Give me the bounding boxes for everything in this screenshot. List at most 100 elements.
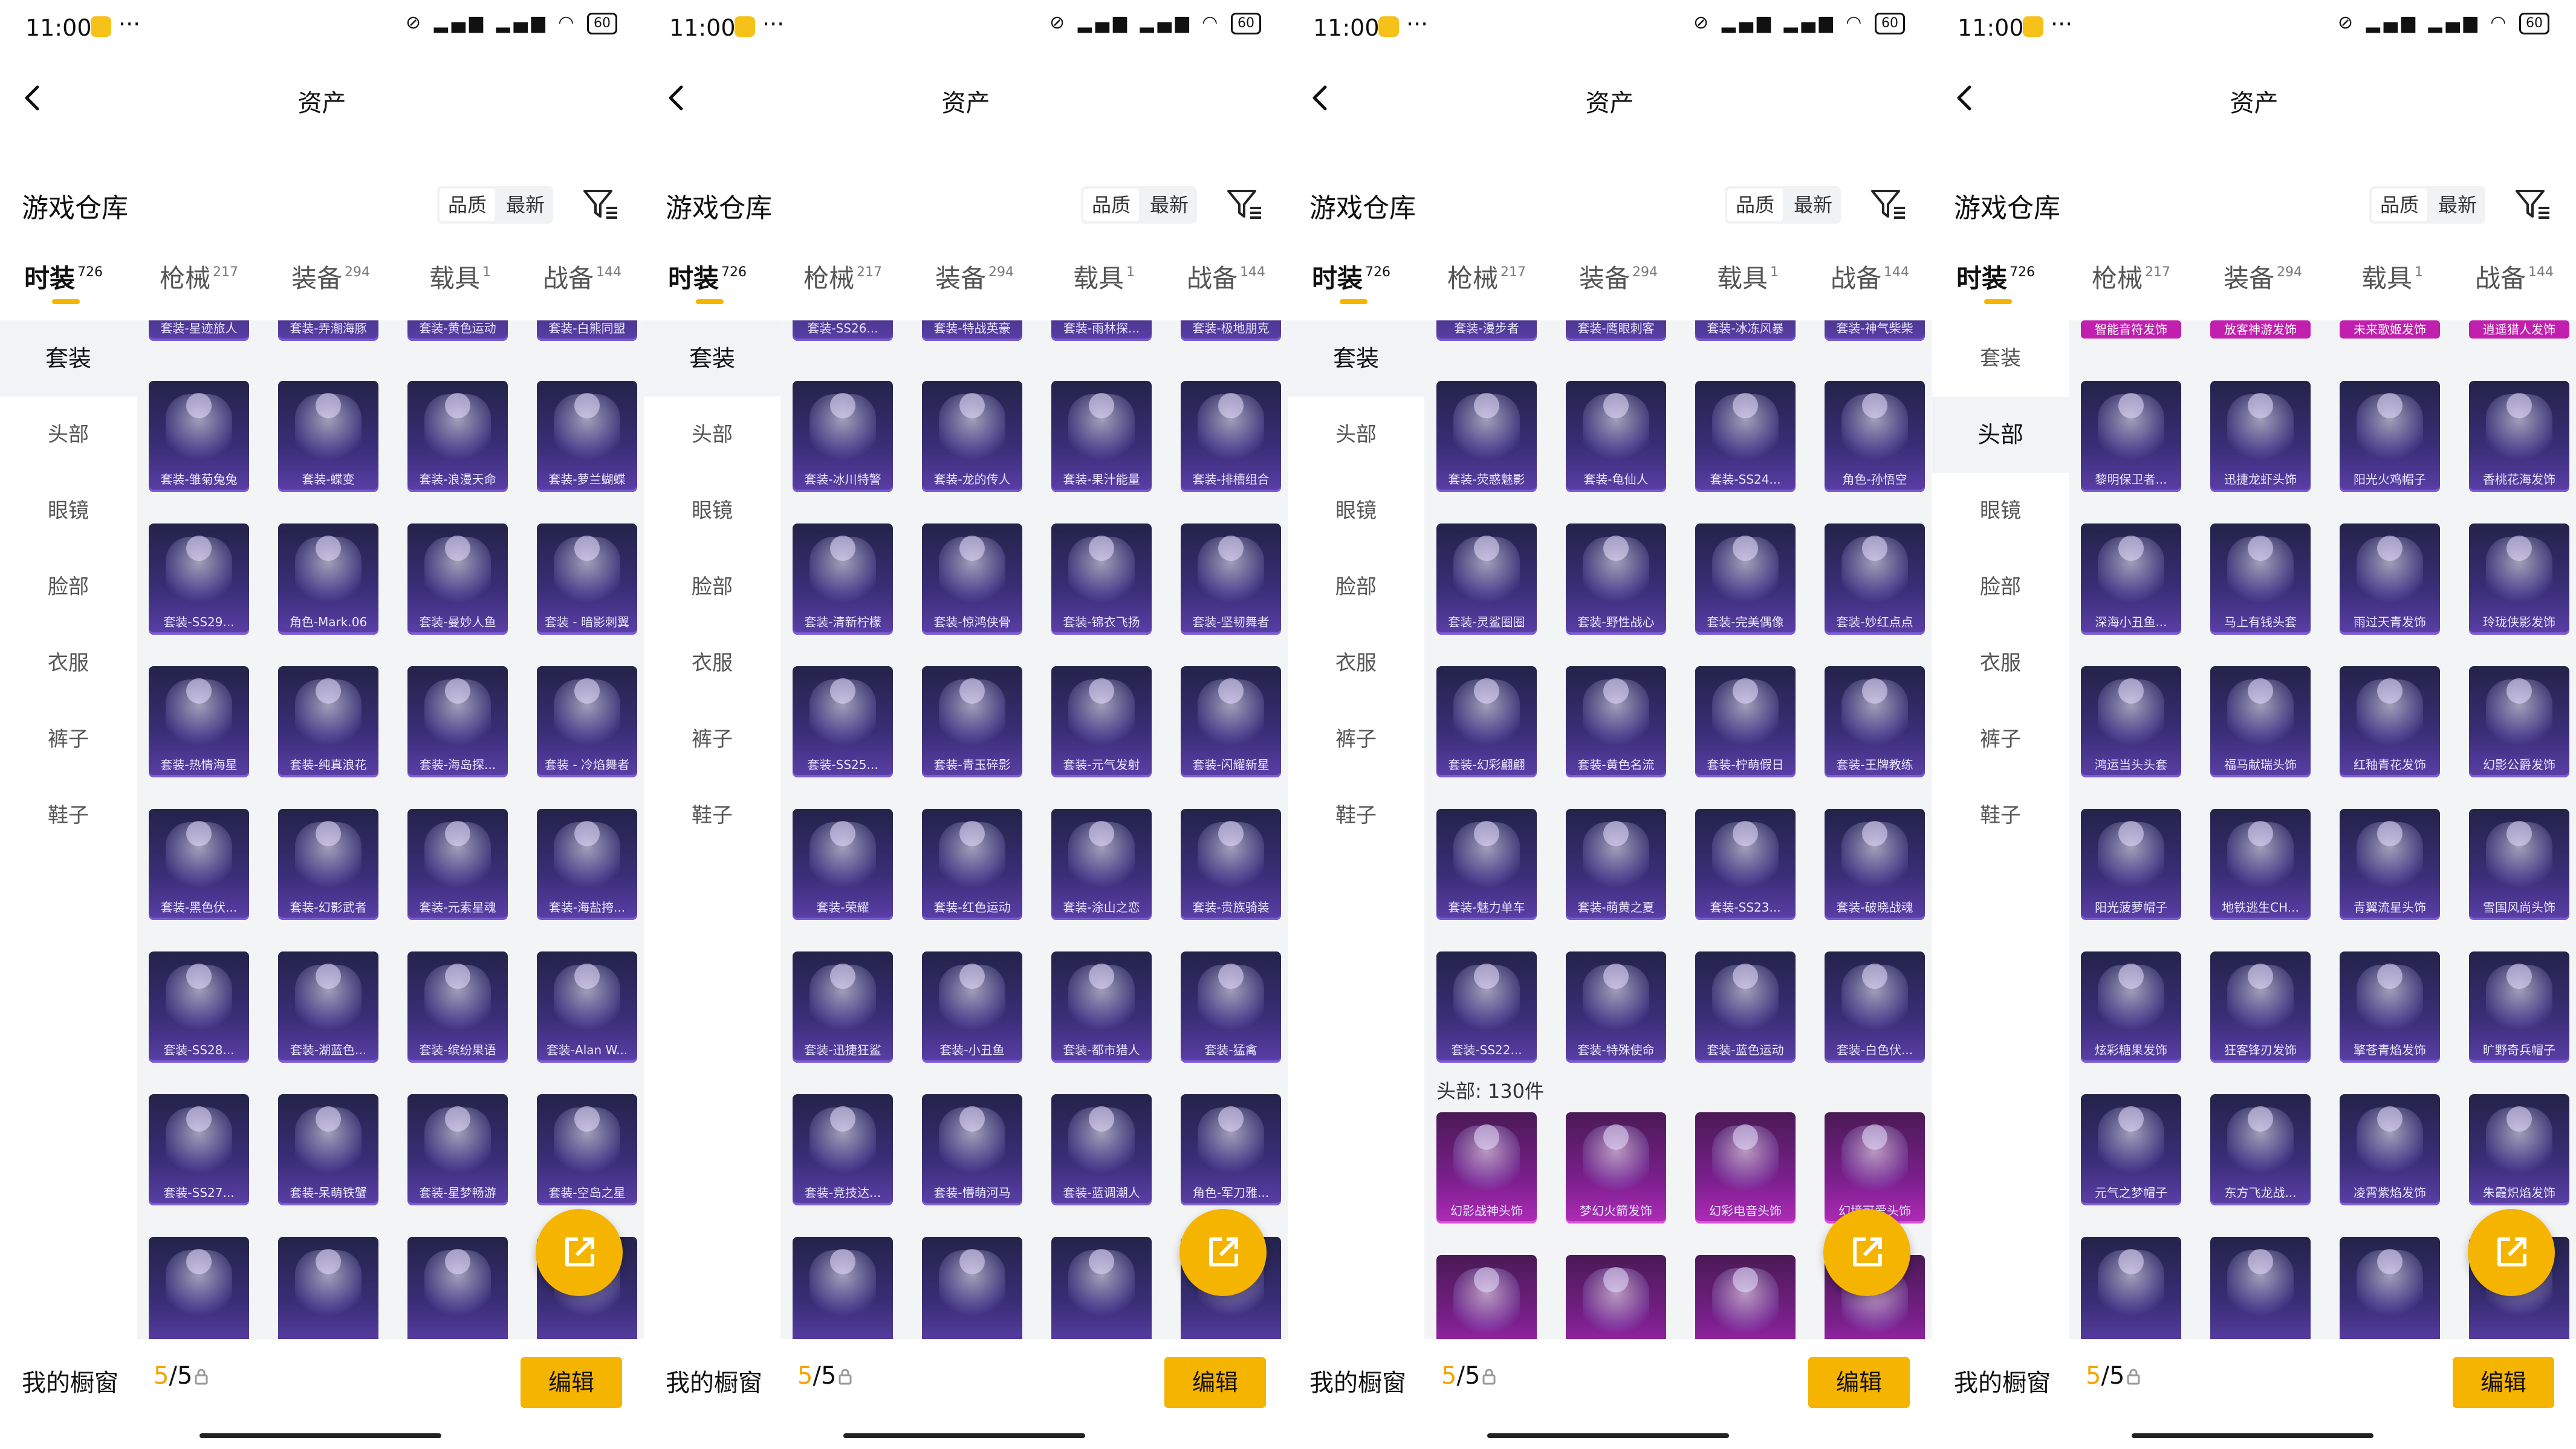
item-card[interactable]: 套装-荧惑魅影 [1436,381,1537,492]
item-card[interactable]: 套装-幻彩翩翩 [1436,666,1537,777]
subcategory-item[interactable]: 套装 [1932,320,2069,397]
tab-category[interactable]: 时装 726 [1312,258,1390,295]
item-card[interactable]: 套装-坚韧舞者 [1181,524,1281,635]
tab-category[interactable]: 载具 1 [1717,258,1779,295]
item-card[interactable]: 套装-Alan W... [537,951,637,1063]
item-card[interactable]: 幻境可爱头饰 [1825,1112,1925,1224]
item-card[interactable]: 凌霄紫焰发饰 [2340,1094,2440,1205]
item-card[interactable]: 套装-纯真浪花 [278,666,378,777]
edit-button[interactable]: 编辑 [521,1357,622,1408]
item-card[interactable]: 套装 - 冷焰舞者 [537,666,637,777]
subcategory-item[interactable]: 套装 [0,320,137,397]
item-card[interactable]: 套装-白色伏... [1825,951,1925,1063]
tab-category[interactable]: 装备 294 [1579,258,1658,295]
item-card[interactable]: 幻影战神头饰 [1436,1112,1537,1224]
item-card[interactable]: 套装-漫步者 [1436,320,1537,341]
item-card[interactable]: 香桃花海发饰 [2469,381,2569,492]
item-card[interactable]: 元气之梦帽子 [2081,1094,2181,1205]
item-card[interactable]: 套装-闪耀新星 [1181,666,1281,777]
item-card[interactable] [149,1237,249,1339]
item-card[interactable]: 套装-热情海星 [149,666,249,777]
tab-category[interactable]: 战备 144 [543,258,621,295]
item-card[interactable]: 擎苍青焰发饰 [2340,951,2440,1063]
item-card[interactable]: 套装-完美偶像 [1695,524,1796,635]
sort-latest-button[interactable]: 最新 [2430,186,2485,224]
item-card[interactable]: 套装-极地朋克 [1181,320,1281,341]
subcategory-item[interactable]: 脸部 [0,549,137,625]
item-card[interactable]: 套装-SS23... [1695,809,1796,920]
item-card[interactable]: 套装-都市猎人 [1051,951,1152,1063]
item-card[interactable]: 套装-缤纷果语 [407,951,508,1063]
subcategory-item[interactable]: 衣服 [1288,625,1424,701]
item-card[interactable]: 朱霞炽焰发饰 [2469,1094,2569,1205]
item-card[interactable]: 套装-惊鸿侠骨 [922,524,1022,635]
item-card[interactable]: 套装-小丑鱼 [922,951,1022,1063]
tab-category[interactable]: 枪械 217 [803,258,882,295]
subcategory-item[interactable]: 裤子 [1288,701,1424,777]
item-card[interactable]: 炫彩糖果发饰 [2081,951,2181,1063]
item-card[interactable]: 套装-SS28... [149,951,249,1063]
item-card[interactable]: 套装-迅捷狂鲨 [793,951,893,1063]
item-card[interactable]: 套装-蝶变 [278,381,378,492]
tab-category[interactable]: 载具 1 [2361,258,2423,295]
subcategory-item[interactable]: 套装 [644,320,780,397]
item-card[interactable]: 套装-海岛探... [407,666,508,777]
item-card[interactable]: 套装-萝兰蝴蝶 [537,381,637,492]
item-card[interactable]: 套装-雏菊兔兔 [149,381,249,492]
filter-icon[interactable] [2514,187,2552,220]
item-card[interactable]: 幻影公爵发饰 [2469,666,2569,777]
item-card[interactable]: 套装-蓝色运动 [1695,951,1796,1063]
item-card[interactable]: 阳光菠萝帽子 [2081,809,2181,920]
item-card[interactable] [1051,1237,1152,1339]
item-card[interactable]: 套装-蓝调潮人 [1051,1094,1152,1205]
item-card[interactable]: 套装-魅力单车 [1436,809,1537,920]
tab-category[interactable]: 战备 144 [1187,258,1265,295]
subcategory-item[interactable]: 鞋子 [1288,777,1424,854]
item-card[interactable]: 套装-清新柠檬 [793,524,893,635]
item-card[interactable]: 旷野奇兵帽子 [2469,951,2569,1063]
item-card[interactable]: 套装-SS27... [149,1094,249,1205]
item-card[interactable]: 马上有钱头套 [2210,524,2311,635]
filter-icon[interactable] [582,187,620,220]
item-card[interactable]: 套装-龙的传人 [922,381,1022,492]
item-card[interactable]: 套装-幻影武者 [278,809,378,920]
item-card[interactable]: 狂客锋刃发饰 [2210,951,2311,1063]
item-card[interactable]: 套装-SS26... [793,320,893,341]
item-card[interactable]: 套装-雨林探... [1051,320,1152,341]
item-card[interactable]: 玲珑侠影发饰 [2469,524,2569,635]
item-card[interactable] [1566,1255,1666,1339]
item-card[interactable]: 深海小丑鱼... [2081,524,2181,635]
sort-latest-button[interactable]: 最新 [1141,186,1197,224]
item-card[interactable]: 套装-锦衣飞扬 [1051,524,1152,635]
subcategory-item[interactable]: 鞋子 [0,777,137,854]
item-card[interactable]: 角色-孙悟空 [1825,381,1925,492]
subcategory-item[interactable]: 眼镜 [0,473,137,549]
item-card[interactable]: 套装-呆萌铁蟹 [278,1094,378,1205]
item-card[interactable]: 雪国风尚头饰 [2469,809,2569,920]
subcategory-item[interactable]: 眼镜 [1932,473,2069,549]
item-card[interactable]: 黎明保卫者... [2081,381,2181,492]
item-card[interactable]: 红釉青花发饰 [2340,666,2440,777]
subcategory-item[interactable]: 鞋子 [644,777,780,854]
item-card[interactable]: 套装-元素星魂 [407,809,508,920]
tab-category[interactable]: 时装 726 [24,258,103,295]
tab-category[interactable]: 枪械 217 [2092,258,2170,295]
share-button[interactable] [536,1209,623,1296]
item-card[interactable]: 套装-浪漫天命 [407,381,508,492]
item-card[interactable]: 套装-果汁能量 [1051,381,1152,492]
subcategory-item[interactable]: 衣服 [0,625,137,701]
item-card[interactable]: 雨过天青发饰 [2340,524,2440,635]
tab-category[interactable]: 枪械 217 [1447,258,1526,295]
subcategory-item[interactable]: 头部 [0,397,137,473]
item-card[interactable] [2210,1237,2311,1339]
share-button[interactable] [1179,1209,1267,1296]
item-card[interactable]: 套装-星梦畅游 [407,1094,508,1205]
subcategory-item[interactable]: 鞋子 [1932,777,2069,854]
subcategory-item[interactable]: 裤子 [1932,701,2069,777]
tab-category[interactable]: 载具 1 [1073,258,1135,295]
item-card[interactable]: 套装-空岛之星 [537,1094,637,1205]
item-name[interactable]: 未来歌姬发饰 [2340,320,2440,339]
tab-category[interactable]: 载具 1 [429,258,491,295]
item-card[interactable]: 套装-黑色伏... [149,809,249,920]
item-card[interactable]: 套装-SS24... [1695,381,1796,492]
